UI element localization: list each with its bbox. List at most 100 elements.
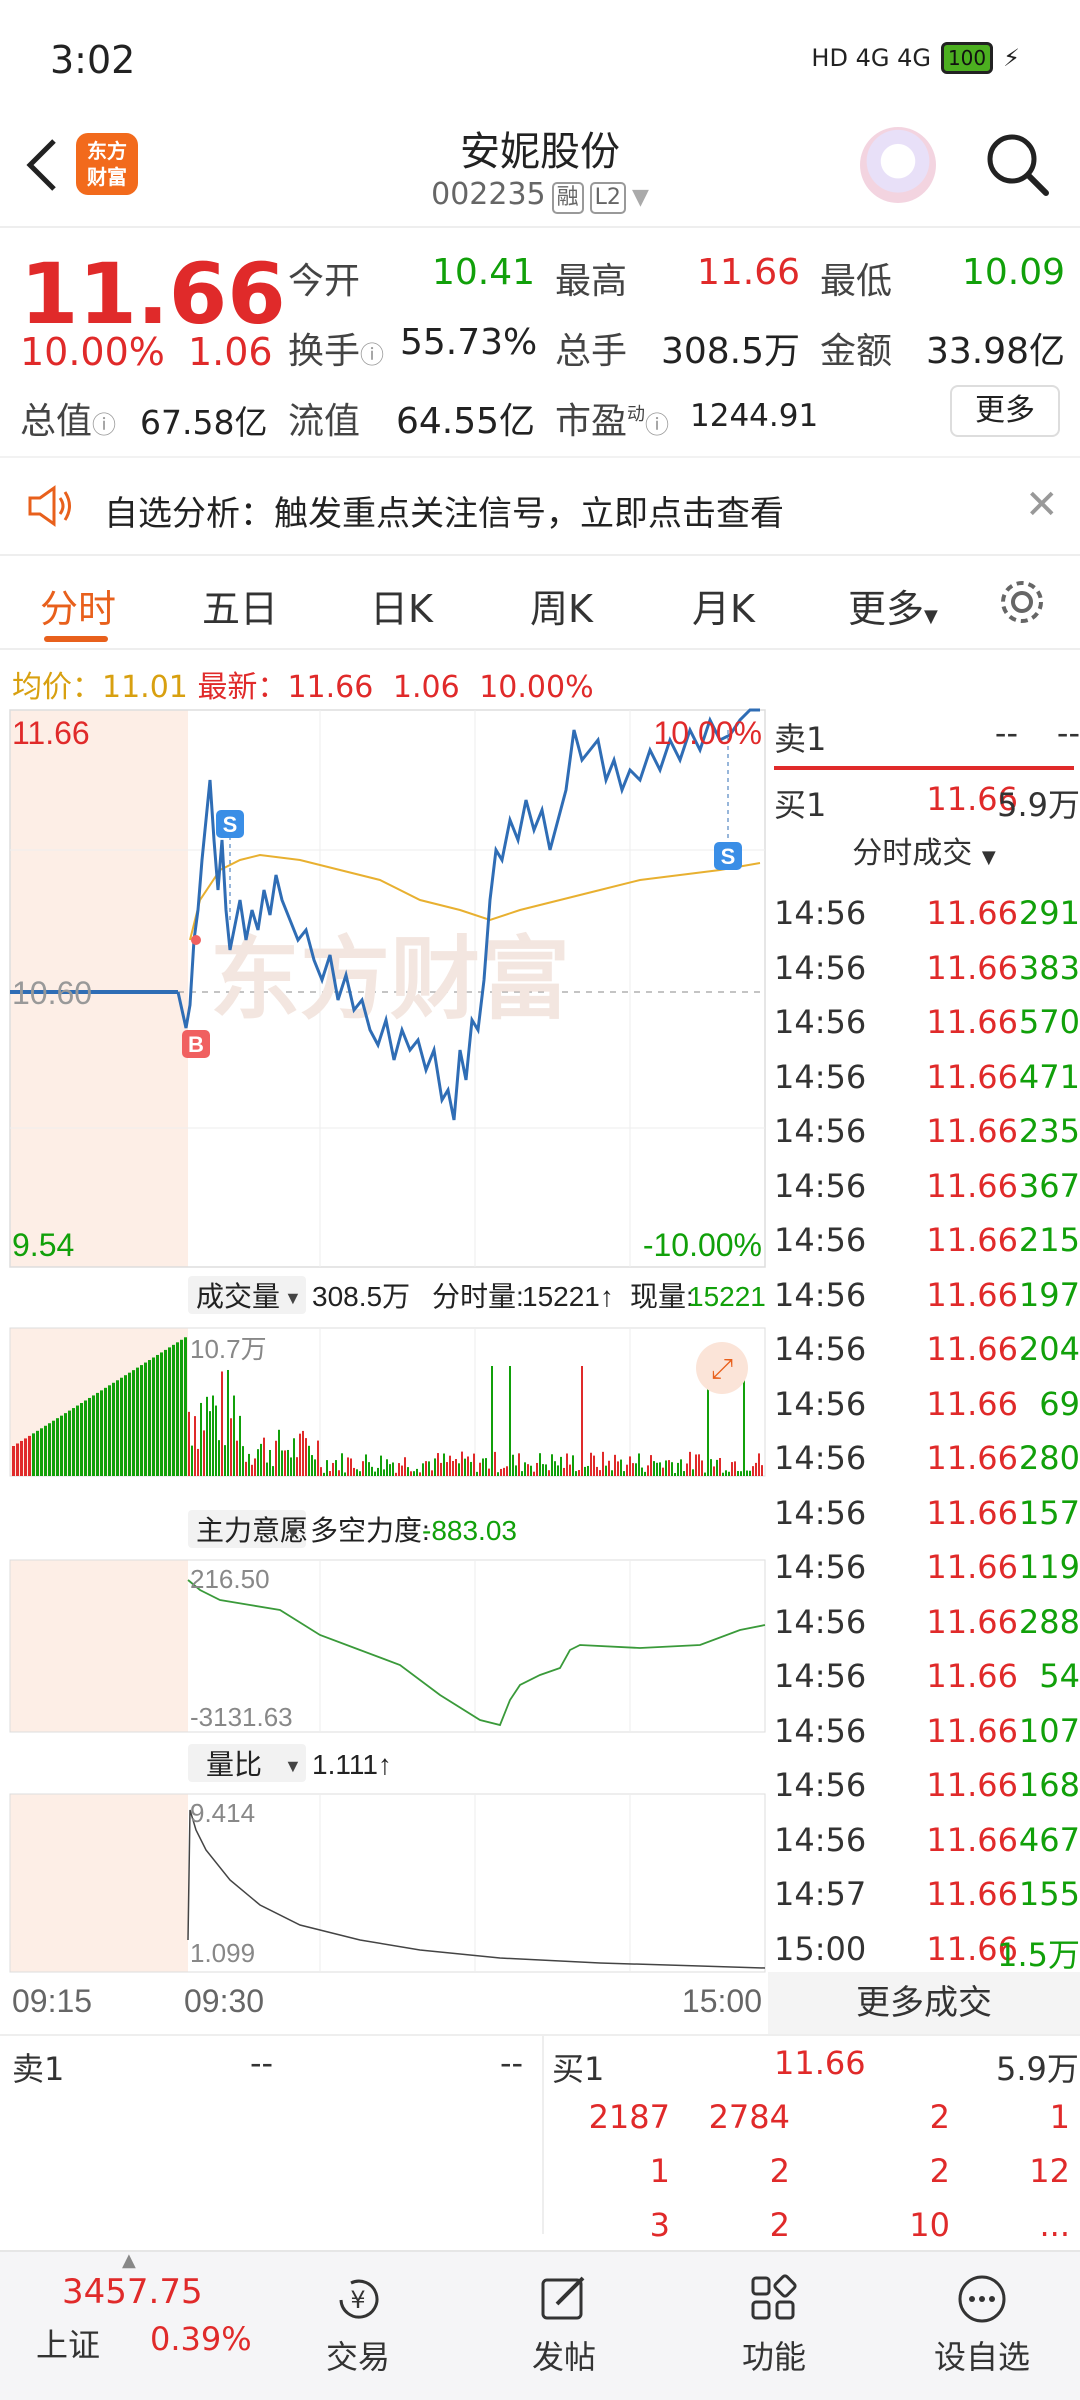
index-value[interactable]: 3457.75: [62, 2272, 203, 2312]
queue-cell: 12: [1029, 2152, 1070, 2190]
intraday-chart[interactable]: 东方财富 S S B 11.66 10.60 9.54 10.00% -10.0…: [0, 700, 768, 2030]
volume-bar: [656, 1462, 658, 1476]
turnover-label[interactable]: 换手ⓘ: [288, 322, 384, 374]
pre-market-volume-bar: [96, 1392, 99, 1476]
trade-volume: 155: [1018, 1875, 1080, 1913]
volume-bar: [284, 1450, 286, 1476]
high-value: 11.66: [696, 252, 800, 293]
svg-text:¥: ¥: [350, 2286, 365, 2314]
volume-bar: [719, 1458, 721, 1476]
alert-banner[interactable]: 自选分析：触发重点关注信号，立即点击查看 ✕: [0, 458, 1080, 554]
pct-axis-top: 10.00%: [653, 715, 762, 751]
volume-bar: [209, 1411, 211, 1476]
trade-volume: 204: [1018, 1330, 1080, 1368]
pre-market-volume-bar: [112, 1382, 115, 1476]
volume-bar: [443, 1453, 445, 1476]
search-icon[interactable]: [982, 129, 1052, 199]
volume-bar: [236, 1440, 238, 1476]
volume-bar: [722, 1472, 724, 1476]
pre-market-volume-bar: [12, 1446, 15, 1476]
back-arrow-icon[interactable]: [22, 135, 62, 195]
volume-bar: [275, 1440, 277, 1476]
more-dots-icon: [958, 2275, 1006, 2323]
pre-market-volume-bar: [28, 1435, 31, 1476]
volume-label: 总手: [555, 331, 628, 372]
sell-marker-text: S: [721, 844, 736, 869]
tab-weekly-k[interactable]: 周K: [530, 578, 593, 633]
app-logo[interactable]: 东方 财富: [76, 133, 138, 195]
pre-market-volume-bar: [92, 1395, 95, 1476]
volume-bar: [701, 1460, 703, 1476]
volume-bar: [569, 1464, 571, 1476]
nav-post[interactable]: 发帖: [494, 2272, 634, 2378]
stock-code: 002235: [431, 177, 546, 212]
volume-bar: [314, 1459, 316, 1476]
volume-bar: [623, 1471, 625, 1476]
trade-time: 14:56: [774, 1112, 867, 1150]
volume-bar: [410, 1471, 412, 1476]
pre-market-volume-bar: [156, 1354, 159, 1476]
queue-cell: 1: [649, 2152, 670, 2190]
volume-bar: [560, 1456, 562, 1476]
more-quote-button[interactable]: 更多: [950, 385, 1060, 437]
volume-bar: [587, 1465, 589, 1476]
queue-cell: 2: [769, 2206, 790, 2244]
close-icon[interactable]: ✕: [1025, 482, 1059, 528]
volume-bar: [305, 1438, 307, 1476]
volume-bar: [524, 1462, 526, 1476]
pre-market-volume-bar: [180, 1339, 183, 1476]
volume-bar: [380, 1455, 382, 1476]
alert-text: 自选分析：触发重点关注信号，立即点击查看: [104, 494, 784, 534]
volume-bar: [593, 1455, 595, 1476]
volume-bar: [602, 1451, 604, 1476]
more-trades-button[interactable]: 更多成交: [768, 1972, 1080, 2034]
nav-functions[interactable]: 功能: [704, 2272, 844, 2378]
volume-bar: [356, 1469, 358, 1476]
tab-5day[interactable]: 五日: [202, 578, 278, 633]
expand-icon: ⤢: [711, 1353, 733, 1384]
tick-volume-value: 15221↑: [522, 1281, 614, 1312]
pe-label[interactable]: 市盈动ⓘ: [555, 392, 669, 444]
trade-time: 14:56: [774, 1221, 867, 1259]
assistant-avatar[interactable]: [860, 127, 936, 203]
volume-bar: [425, 1461, 427, 1476]
tab-daily-k[interactable]: 日K: [370, 578, 433, 633]
open-value: 10.41: [431, 252, 535, 293]
volume-bar: [215, 1405, 217, 1476]
gear-icon[interactable]: [996, 576, 1048, 628]
tab-monthly-k[interactable]: 月K: [692, 578, 755, 633]
volume-bar: [311, 1455, 313, 1476]
volume-bar: [320, 1467, 322, 1476]
mktcap-label[interactable]: 总值ⓘ: [20, 392, 116, 444]
pre-market-volume-bar: [52, 1420, 55, 1476]
trade-volume: 119: [1018, 1548, 1080, 1586]
network-icon: HD 4G 4G: [811, 44, 931, 72]
tab-more[interactable]: 更多▼: [848, 578, 938, 633]
volume-bar: [206, 1396, 208, 1476]
info-icon: ⓘ: [645, 411, 670, 439]
trade-volume: 367: [1018, 1166, 1080, 1205]
trade-time: 14:56: [774, 1548, 867, 1586]
chevron-down-icon: ▼: [631, 185, 649, 210]
pre-market-volume-bar: [136, 1367, 139, 1476]
trades-title[interactable]: 分时成交 ▼: [768, 828, 1080, 872]
index-name[interactable]: 上证: [36, 2320, 100, 2366]
last-price: 11.66: [20, 245, 286, 343]
volume-bar: [572, 1455, 574, 1476]
tab-intraday[interactable]: 分时: [40, 578, 116, 633]
volume-bar: [695, 1454, 697, 1476]
volume-bar: [596, 1466, 598, 1476]
nav-add-watchlist[interactable]: 设自选: [912, 2272, 1052, 2378]
volume-bar: [506, 1466, 508, 1476]
volume-bar: [632, 1463, 634, 1476]
turnover-label-text: 换手: [288, 331, 361, 372]
low-value: 10.09: [961, 252, 1065, 293]
caret-down-icon: ▼: [924, 606, 938, 627]
trade-volume: 54: [1039, 1657, 1080, 1695]
nav-trade[interactable]: ¥ 交易: [288, 2272, 428, 2378]
ask1-label: 卖1: [774, 720, 827, 758]
trade-time: 14:56: [774, 1766, 867, 1804]
caret-down-icon: ▼: [284, 1756, 302, 1776]
pre-market-volume-bar: [100, 1390, 103, 1476]
trade-row: 14:56 11.66 280: [768, 1439, 1080, 1493]
